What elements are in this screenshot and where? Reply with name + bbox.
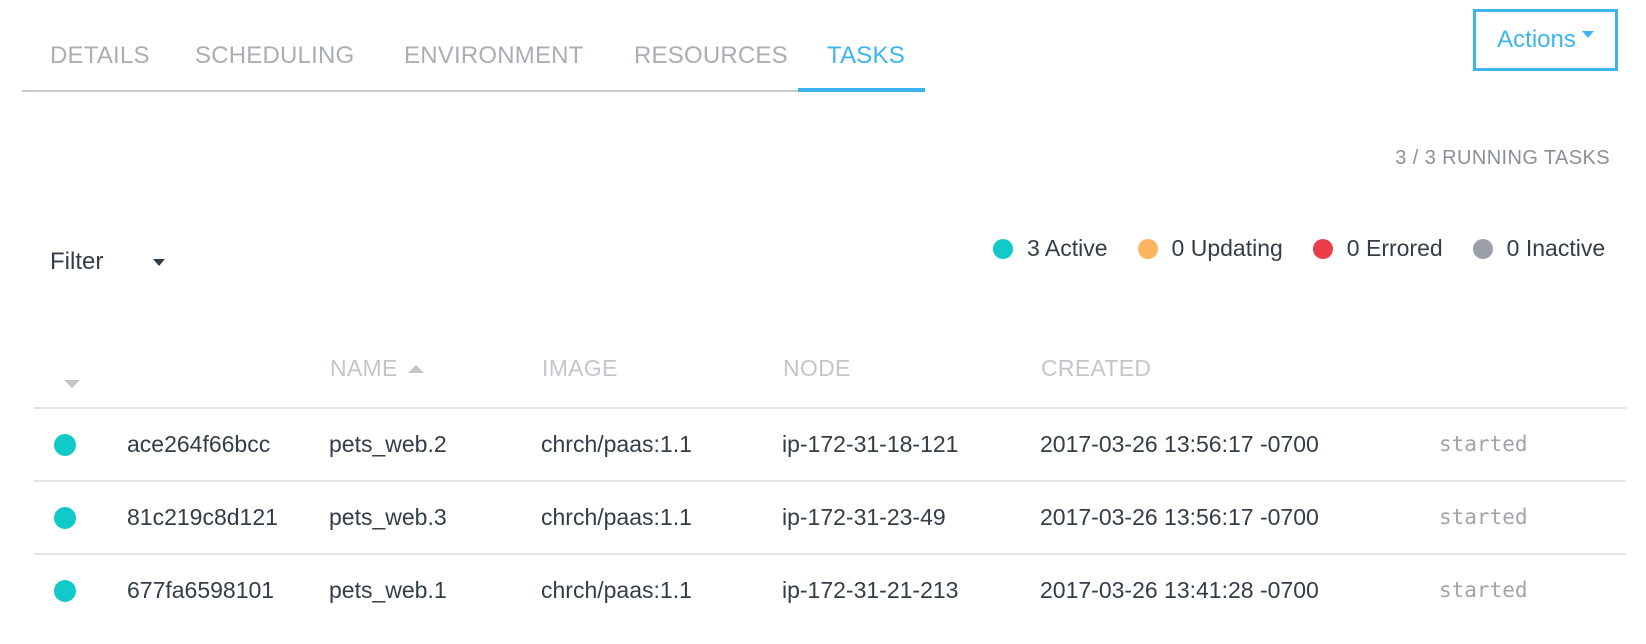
task-id: 81c219c8d121 (127, 504, 278, 530)
table-row[interactable]: 677fa6598101 pets_web.1 chrch/paas:1.1 i… (34, 555, 1626, 626)
filter-dropdown[interactable]: Filter (50, 248, 166, 276)
task-id: ace264f66bcc (127, 431, 271, 457)
task-created: 2017-03-26 13:41:28 -0700 (1040, 577, 1319, 603)
task-created: 2017-03-26 13:56:17 -0700 (1040, 504, 1319, 530)
tab-tasks[interactable]: TASKS (827, 42, 905, 70)
tasks-table: NAME IMAGE NODE CREATED ace264f66bcc pet… (34, 335, 1626, 626)
legend-label: 0 Inactive (1506, 235, 1606, 261)
task-id: 677fa6598101 (127, 577, 275, 603)
tab-bar: DETAILS SCHEDULING ENVIRONMENT RESOURCES… (22, 30, 925, 92)
tab-scheduling[interactable]: SCHEDULING (195, 42, 354, 70)
running-tasks-count: 3 / 3 RUNNING TASKS (1395, 147, 1610, 169)
inactive-dot-icon (1472, 238, 1493, 259)
task-image: chrch/paas:1.1 (541, 577, 692, 603)
chevron-down-icon (1581, 30, 1594, 38)
tab-details[interactable]: DETAILS (50, 42, 150, 70)
table-header: NAME IMAGE NODE CREATED (34, 335, 1626, 409)
task-image: chrch/paas:1.1 (541, 504, 692, 530)
sort-down-icon (64, 380, 80, 388)
task-node: ip-172-31-18-121 (782, 431, 959, 457)
task-name: pets_web.2 (329, 431, 447, 457)
task-node: ip-172-31-21-213 (782, 577, 959, 603)
task-status: started (1439, 505, 1528, 529)
column-header-name[interactable]: NAME (330, 355, 424, 382)
tab-environment[interactable]: ENVIRONMENT (404, 42, 584, 70)
active-tab-indicator (798, 88, 925, 92)
legend-label: 3 Active (1027, 235, 1108, 261)
table-row[interactable]: ace264f66bcc pets_web.2 chrch/paas:1.1 i… (34, 409, 1626, 482)
chevron-down-icon (153, 258, 166, 266)
column-header-image[interactable]: IMAGE (542, 355, 618, 382)
task-name: pets_web.3 (329, 504, 447, 530)
task-image: chrch/paas:1.1 (541, 431, 692, 457)
legend-item-active: 3 Active (993, 235, 1108, 262)
legend-item-inactive: 0 Inactive (1472, 235, 1606, 262)
table-row[interactable]: 81c219c8d121 pets_web.3 chrch/paas:1.1 i… (34, 482, 1626, 555)
task-created: 2017-03-26 13:56:17 -0700 (1040, 431, 1319, 457)
column-header-label: NAME (330, 355, 398, 381)
legend-item-updating: 0 Updating (1137, 235, 1283, 262)
errored-dot-icon (1312, 238, 1333, 259)
updating-dot-icon (1137, 238, 1158, 259)
active-dot-icon (993, 238, 1013, 259)
filter-label: Filter (50, 248, 104, 275)
legend-label: 0 Errored (1346, 235, 1443, 261)
tab-resources[interactable]: RESOURCES (634, 42, 788, 70)
active-status-icon (54, 580, 76, 602)
actions-button-label: Actions (1497, 26, 1576, 53)
column-header-node[interactable]: NODE (783, 355, 851, 382)
column-header-created[interactable]: CREATED (1041, 355, 1151, 382)
status-legend: 3 Active 0 Updating 0 Errored 0 Inactive (993, 235, 1605, 262)
task-node: ip-172-31-23-49 (782, 504, 946, 530)
legend-item-errored: 0 Errored (1312, 235, 1443, 262)
active-status-icon (54, 507, 76, 529)
actions-button[interactable]: Actions (1473, 9, 1618, 71)
task-status: started (1439, 578, 1528, 602)
task-name: pets_web.1 (329, 577, 447, 603)
task-status: started (1439, 432, 1528, 456)
legend-label: 0 Updating (1171, 235, 1283, 261)
sort-up-icon (407, 365, 424, 373)
active-status-icon (54, 434, 76, 456)
status-sort-button[interactable] (64, 367, 80, 394)
